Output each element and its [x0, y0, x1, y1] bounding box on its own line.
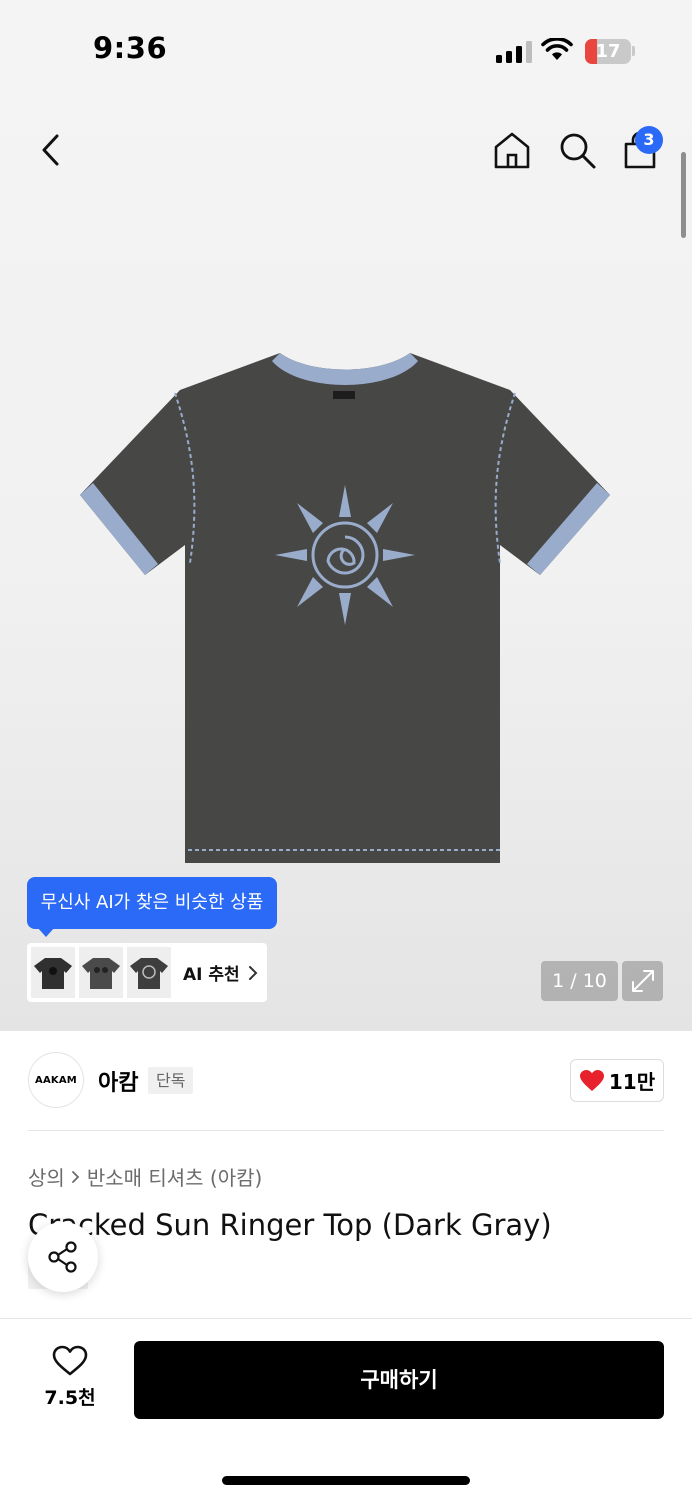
- expand-icon: [631, 970, 654, 992]
- buy-button[interactable]: 구매하기: [134, 1341, 664, 1419]
- ai-thumbnail: [79, 947, 123, 998]
- cellular-signal-icon: [496, 41, 532, 63]
- wifi-icon: [541, 38, 573, 60]
- divider: [28, 1130, 664, 1131]
- wishlist-button[interactable]: 7.5천: [30, 1345, 110, 1417]
- share-button[interactable]: [28, 1222, 98, 1292]
- cart-count-badge: 3: [635, 126, 663, 154]
- brand-like-count: 11만: [608, 1070, 656, 1094]
- heart-outline-icon: [52, 1345, 88, 1376]
- ai-tooltip: 무신사 AI가 찾은 비슷한 상품: [27, 877, 277, 937]
- search-icon: [560, 133, 596, 169]
- brand-like-button[interactable]: 11만: [570, 1059, 664, 1102]
- breadcrumb: 상의 반소매 티셔츠 (아캄): [28, 1162, 262, 1191]
- share-icon: [48, 1241, 77, 1273]
- brand-name[interactable]: 아캄: [98, 1065, 138, 1097]
- exclusive-badge: 단독: [148, 1067, 194, 1094]
- breadcrumb-category[interactable]: 상의: [28, 1162, 65, 1191]
- search-button[interactable]: [555, 128, 599, 172]
- chevron-right-icon: [248, 965, 258, 980]
- ai-recommend-label: AI 추천: [183, 965, 240, 985]
- chevron-right-icon: [71, 1170, 80, 1183]
- status-time: 9:36: [93, 31, 168, 65]
- ai-thumbnail: [127, 947, 171, 998]
- product-image: [80, 353, 610, 863]
- home-icon: [494, 132, 530, 169]
- battery-icon: 17: [585, 39, 631, 64]
- ai-recommend-button[interactable]: AI 추천: [27, 943, 267, 1002]
- breadcrumb-subcategory[interactable]: 반소매 티셔츠 (아캄): [87, 1162, 263, 1191]
- battery-level: 17: [595, 41, 621, 62]
- image-page-counter: 1 / 10: [541, 961, 618, 1001]
- ai-thumbnail: [31, 947, 75, 998]
- wishlist-count: 7.5천: [44, 1387, 96, 1409]
- brand-logo[interactable]: AAKAM: [28, 1052, 84, 1108]
- scrollbar[interactable]: [681, 152, 686, 238]
- product-title: Cracked Sun Ringer Top (Dark Gray): [28, 1208, 552, 1242]
- home-indicator: [222, 1476, 470, 1485]
- heart-filled-icon: [579, 1069, 604, 1091]
- chevron-left-icon: [42, 134, 59, 166]
- back-button[interactable]: [30, 128, 72, 172]
- home-button[interactable]: [490, 128, 534, 172]
- expand-image-button[interactable]: [622, 961, 663, 1001]
